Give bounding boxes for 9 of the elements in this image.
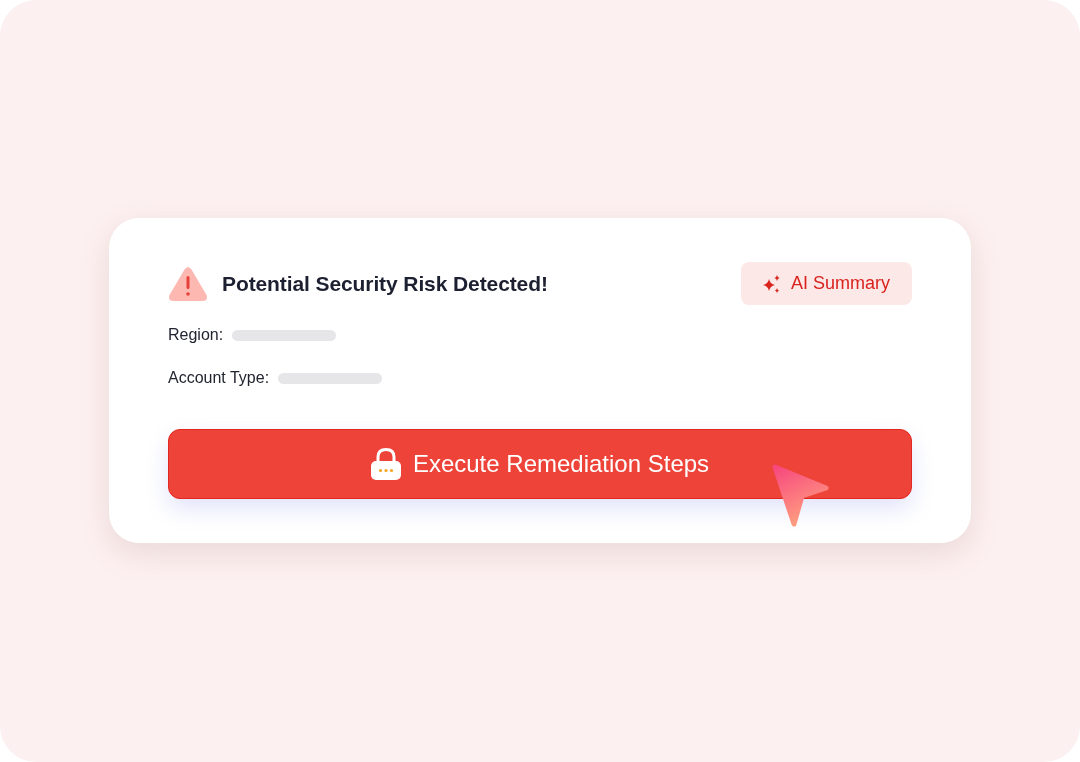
alert-title: Potential Security Risk Detected!: [222, 271, 548, 296]
remediation-button[interactable]: Execute Remediation Steps: [168, 429, 912, 499]
detail-label: Account Type:: [168, 369, 270, 387]
sparkle-icon: [763, 274, 781, 293]
pointer-cursor-icon: [771, 463, 829, 527]
lock-icon: [370, 448, 401, 480]
warning-icon: [168, 265, 208, 302]
ai-summary-button[interactable]: AI Summary: [741, 262, 912, 305]
detail-label: Region:: [168, 326, 224, 344]
